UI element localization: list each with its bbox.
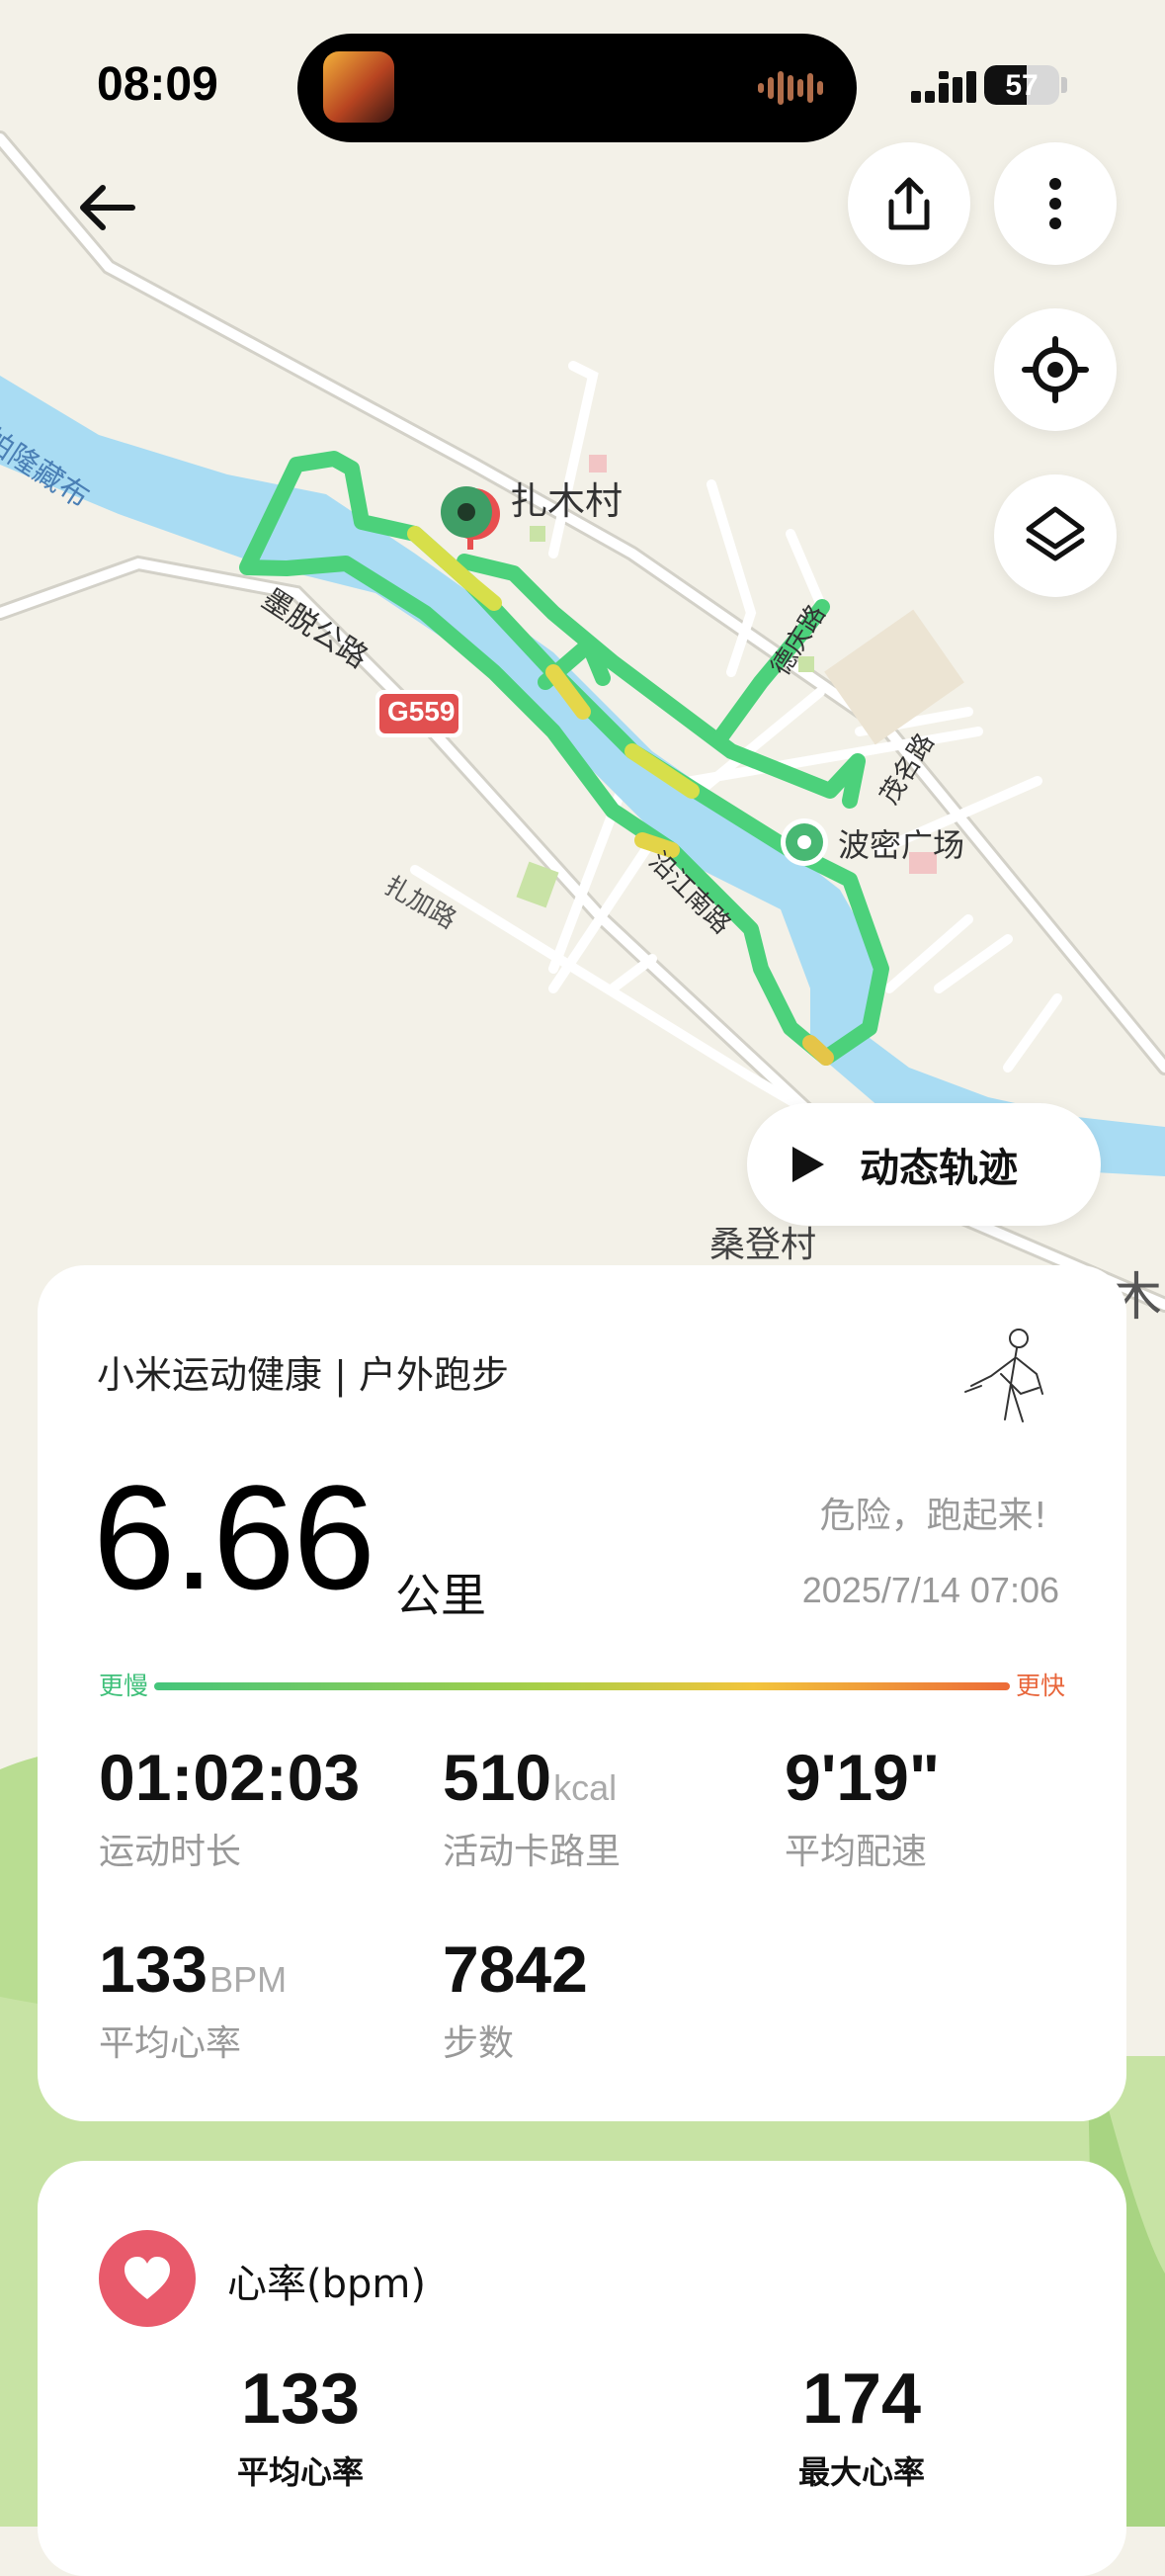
share-button[interactable] — [848, 142, 970, 265]
now-playing-thumbnail — [323, 51, 394, 123]
distance-value: 6.66 — [93, 1454, 375, 1620]
heart-icon — [99, 2230, 196, 2327]
status-time: 08:09 — [97, 58, 218, 111]
dynamic-island[interactable] — [297, 34, 857, 142]
max-heart-rate: 174 最大心率 — [713, 2359, 1010, 2493]
distance-unit: 公里 — [395, 1569, 486, 1622]
layers-icon — [1026, 506, 1085, 561]
map-layers-button[interactable] — [994, 474, 1117, 597]
heart-rate-label: 平均心率 — [99, 2023, 242, 2064]
dynamic-track-button[interactable]: 动态轨迹 — [747, 1103, 1101, 1226]
workout-source: 小米运动健康 | 户外跑步 — [97, 1353, 509, 1397]
steps-value: 7842 — [443, 1932, 588, 2006]
pace-scale-fast-label: 更快 — [1016, 1672, 1066, 1700]
pace-label: 平均配速 — [785, 1832, 928, 1872]
cellular-signal-icon — [911, 71, 976, 103]
battery-level: 57 — [1005, 69, 1039, 102]
heart-rate-value: 133 — [99, 1932, 208, 2006]
back-arrow-icon — [80, 185, 135, 230]
duration-value: 01:02:03 — [99, 1741, 361, 1814]
battery-tip — [1061, 77, 1067, 93]
stat-duration: 01:02:03 运动时长 — [99, 1740, 360, 1874]
end-pin-icon — [781, 818, 828, 866]
audio-wave-icon — [758, 71, 823, 105]
battery-icon: 57 — [984, 65, 1059, 105]
heart-rate-card[interactable]: 心率(bpm) 133 平均心率 174 最大心率 — [38, 2161, 1126, 2576]
calories-unit: kcal — [553, 1767, 618, 1808]
stat-calories: 510kcal 活动卡路里 — [443, 1740, 621, 1874]
status-bar: 08:09 57 — [0, 0, 1165, 168]
avg-heart-rate-value: 133 — [240, 2360, 361, 2439]
steps-label: 步数 — [443, 2023, 515, 2064]
runner-sketch-icon — [964, 1329, 1043, 1422]
avg-heart-rate: 133 平均心率 — [152, 2359, 449, 2493]
workout-slogan: 危险，跑起来! — [819, 1496, 1047, 1536]
locate-button[interactable] — [994, 308, 1117, 431]
workout-summary-card: 小米运动健康 | 户外跑步 6.66 公里 危险，跑起来! 2025/7/14 … — [38, 1265, 1126, 2121]
max-heart-rate-value: 174 — [801, 2360, 922, 2439]
pace-value: 9'19" — [785, 1741, 941, 1814]
highway-badge: G559 — [387, 696, 456, 727]
heart-rate-title: 心率(bpm) — [227, 2262, 426, 2307]
duration-label: 运动时长 — [99, 1832, 242, 1872]
calories-value: 510 — [443, 1741, 552, 1814]
play-icon — [792, 1147, 824, 1182]
more-options-button[interactable] — [994, 142, 1117, 265]
avg-heart-rate-label: 平均心率 — [236, 2453, 364, 2491]
map-label-plaza: 波密广场 — [838, 826, 965, 864]
pace-scale-slow-label: 更慢 — [99, 1672, 149, 1700]
map-label-village: 扎木村 — [510, 479, 624, 523]
back-button[interactable] — [69, 168, 148, 247]
stat-pace: 9'19" 平均配速 — [785, 1740, 940, 1874]
stat-steps: 7842 步数 — [443, 1932, 588, 2066]
route-map[interactable] — [0, 0, 1165, 2527]
stat-heart-rate: 133BPM 平均心率 — [99, 1932, 287, 2066]
more-vertical-icon — [1049, 178, 1061, 229]
share-icon — [888, 177, 930, 230]
dynamic-track-label: 动态轨迹 — [860, 1146, 1018, 1191]
locate-target-icon — [1022, 336, 1089, 403]
pace-gradient-bar — [154, 1682, 1010, 1690]
max-heart-rate-label: 最大心率 — [797, 2453, 925, 2491]
workout-datetime: 2025/7/14 07:06 — [801, 1570, 1059, 1610]
calories-label: 活动卡路里 — [443, 1832, 622, 1872]
heart-rate-unit: BPM — [209, 1959, 288, 2000]
